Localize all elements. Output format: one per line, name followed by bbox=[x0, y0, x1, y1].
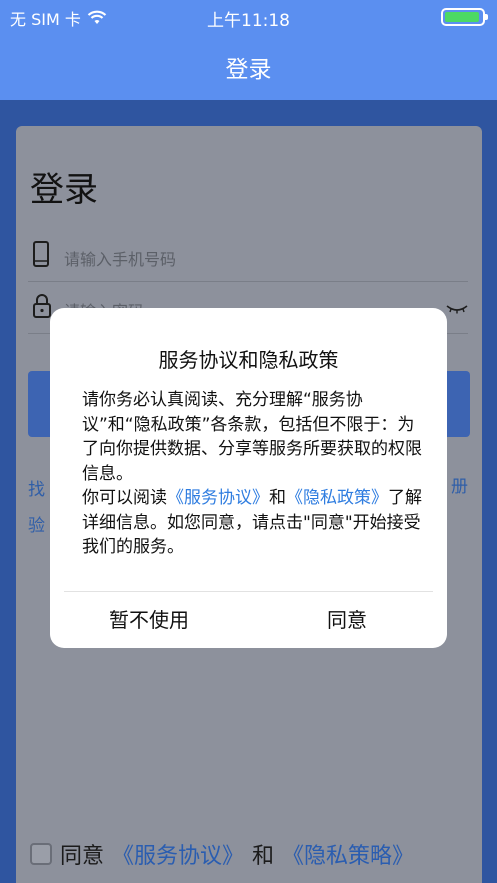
phone-field[interactable]: 请输入手机号码 bbox=[28, 234, 468, 282]
phone-placeholder: 请输入手机号码 bbox=[64, 250, 177, 269]
code-login-link[interactable]: 验 bbox=[28, 508, 45, 544]
dialog-divider bbox=[64, 591, 433, 592]
lock-icon bbox=[33, 294, 51, 318]
login-heading: 登录 bbox=[30, 170, 98, 210]
dialog-service-link[interactable]: 《服务协议》 bbox=[167, 488, 269, 508]
agree-prefix: 同意 bbox=[60, 844, 105, 869]
dialog-p2-and: 和 bbox=[269, 488, 286, 508]
agreement-row: 同意 《服务协议》 和 《隐私策略》 bbox=[30, 838, 414, 870]
dialog-paragraph-1: 请你务必认真阅读、充分理解“服务协议”和“隐私政策”各条款，包括但不限于：为了向… bbox=[82, 390, 422, 484]
agree-checkbox[interactable] bbox=[30, 843, 52, 865]
privacy-dialog: 服务协议和隐私政策 请你务必认真阅读、充分理解“服务协议”和“隐私政策”各条款，… bbox=[50, 308, 447, 648]
dialog-body: 请你务必认真阅读、充分理解“服务协议”和“隐私政策”各条款，包括但不限于：为了向… bbox=[82, 388, 422, 560]
dialog-privacy-link[interactable]: 《隐私政策》 bbox=[286, 488, 388, 508]
top-bar: 无 SIM 卡 上午11:18 登录 bbox=[0, 0, 497, 100]
nav-title: 登录 bbox=[225, 57, 272, 83]
decline-button[interactable]: 暂不使用 bbox=[50, 604, 248, 633]
forgot-link[interactable]: 找 bbox=[28, 472, 45, 508]
agree-button[interactable]: 同意 bbox=[248, 604, 446, 633]
dialog-p2-prefix: 你可以阅读 bbox=[82, 488, 167, 508]
status-bar: 无 SIM 卡 上午11:18 bbox=[0, 0, 497, 34]
eye-closed-icon[interactable] bbox=[446, 304, 468, 314]
battery-fill bbox=[445, 12, 480, 22]
battery-icon bbox=[441, 8, 488, 26]
dialog-title: 服务协议和隐私政策 bbox=[158, 348, 339, 372]
privacy-policy-link[interactable]: 《隐私策略》 bbox=[282, 838, 414, 870]
dialog-paragraph-2: 你可以阅读《服务协议》和《隐私政策》了解详细信息。如您同意，请点击"同意"开始接… bbox=[82, 486, 422, 560]
left-links: 找 验 bbox=[28, 472, 45, 544]
service-agreement-link[interactable]: 《服务协议》 bbox=[112, 838, 244, 870]
status-time: 上午11:18 bbox=[207, 11, 290, 31]
register-link[interactable]: 册 bbox=[451, 472, 468, 497]
phone-icon bbox=[33, 241, 49, 267]
agree-and: 和 bbox=[252, 844, 275, 869]
